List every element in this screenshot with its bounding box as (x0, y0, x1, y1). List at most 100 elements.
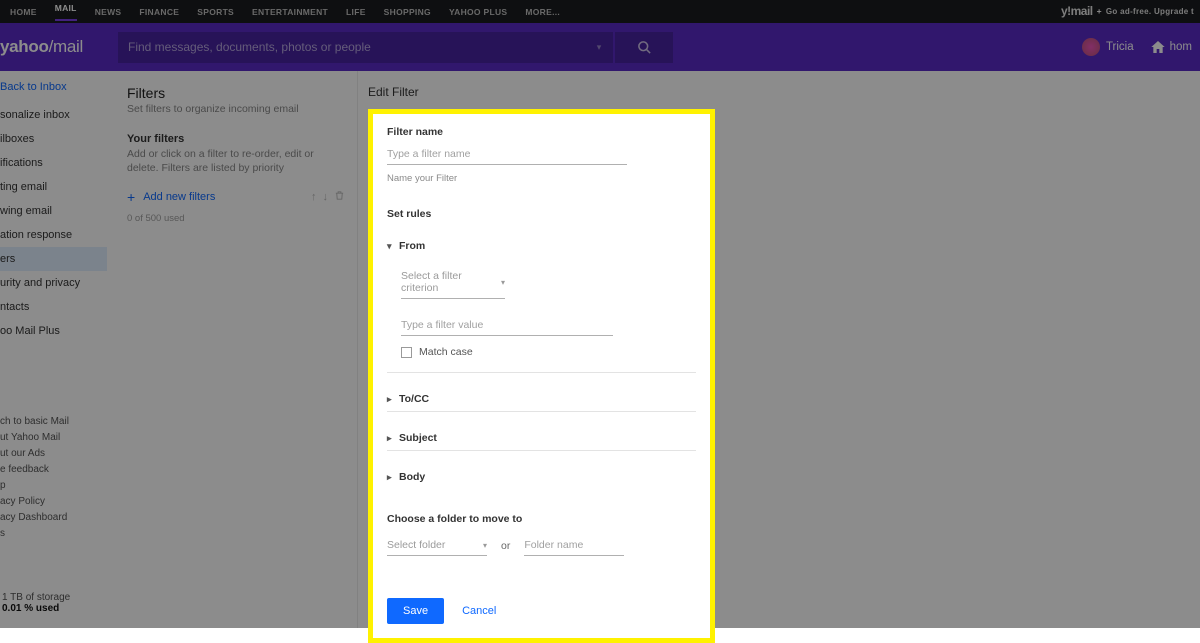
search-box[interactable]: ▾ (118, 32, 613, 63)
select-folder-dropdown[interactable]: Select folder ▾ (387, 535, 487, 556)
user-name[interactable]: Tricia (1106, 41, 1134, 53)
yahoo-mail-logo[interactable]: yahoo/mail (0, 37, 112, 57)
storage-used: 0.01 % used (2, 603, 70, 614)
upsell-text: Go ad-free. Upgrade t (1106, 7, 1194, 16)
delete-icon[interactable] (334, 190, 345, 204)
criterion-placeholder: Select a filter criterion (401, 270, 501, 294)
cancel-button[interactable]: Cancel (462, 605, 496, 617)
match-case-checkbox[interactable]: Match case (401, 346, 696, 358)
or-label: or (501, 540, 510, 552)
rule-subject-toggle[interactable]: ▸ Subject (387, 426, 696, 451)
side-viewing-email[interactable]: wing email (0, 199, 107, 223)
filter-criterion-select[interactable]: Select a filter criterion ▾ (401, 266, 505, 299)
foot-feedback[interactable]: e feedback (0, 462, 107, 478)
storage-info: 1 TB of storage 0.01 % used (2, 592, 70, 614)
avatar[interactable] (1082, 38, 1100, 56)
foot-about-ads[interactable]: ut our Ads (0, 446, 107, 462)
content: Filters Set filters to organize incoming… (107, 71, 1200, 628)
nav-shopping[interactable]: SHOPPING (384, 7, 431, 17)
side-writing-email[interactable]: ting email (0, 175, 107, 199)
dialog-actions: Save Cancel (387, 598, 696, 624)
foot-about[interactable]: ut Yahoo Mail (0, 430, 107, 446)
folder-name-input[interactable] (524, 535, 624, 556)
nav-sports[interactable]: SPORTS (197, 7, 234, 17)
side-yahoo-mail-plus[interactable]: oo Mail Plus (0, 319, 107, 343)
edit-filter-dialog: Filter name Name your Filter Set rules ▾… (368, 109, 715, 643)
app-header: yahoo/mail ▾ Tricia hom (0, 23, 1200, 71)
home-label[interactable]: hom (1170, 41, 1192, 53)
foot-basic-mail[interactable]: ch to basic Mail (0, 414, 107, 430)
your-filters-desc: Add or click on a filter to re-order, ed… (127, 147, 345, 175)
user-area: Tricia hom (1082, 23, 1192, 71)
side-mailboxes[interactable]: ilboxes (0, 127, 107, 151)
nav-mail[interactable]: MAIL (55, 3, 77, 21)
add-filter-link[interactable]: Add new filters (143, 191, 215, 203)
settings-sidebar: Back to Inbox sonalize inbox ilboxes ifi… (0, 71, 107, 628)
side-personalize[interactable]: sonalize inbox (0, 103, 107, 127)
rule-tocc-toggle[interactable]: ▸ To/CC (387, 387, 696, 412)
filters-sub: Set filters to organize incoming email (127, 103, 345, 115)
workspace: Back to Inbox sonalize inbox ilboxes ifi… (0, 71, 1200, 628)
choose-folder-label: Choose a folder to move to (387, 513, 696, 525)
back-to-inbox[interactable]: Back to Inbox (0, 71, 107, 103)
rule-subject-label: Subject (399, 432, 437, 444)
editor-title: Edit Filter (368, 85, 1200, 99)
side-contacts[interactable]: ntacts (0, 295, 107, 319)
nav-more[interactable]: MORE... (525, 7, 560, 17)
plus-icon: + (1097, 6, 1102, 16)
nav-yahoo-plus[interactable]: YAHOO PLUS (449, 7, 507, 17)
your-filters-heading: Your filters (127, 133, 345, 145)
rule-from-label: From (399, 240, 425, 252)
search-icon (637, 40, 652, 55)
chevron-down-icon: ▾ (501, 278, 505, 287)
rule-body-toggle[interactable]: ▸ Body (387, 465, 696, 489)
nav-home[interactable]: HOME (10, 7, 37, 17)
rule-from-body: Select a filter criterion ▾ Match case (387, 258, 696, 373)
search-button[interactable] (615, 32, 673, 63)
side-notifications[interactable]: ifications (0, 151, 107, 175)
rule-body-label: Body (399, 471, 425, 483)
filter-name-label: Filter name (387, 126, 696, 138)
filter-name-input[interactable] (387, 144, 627, 165)
nav-entertainment[interactable]: ENTERTAINMENT (252, 7, 328, 17)
filters-counter: 0 of 500 used (127, 213, 345, 224)
side-filters[interactable]: ers (0, 247, 107, 271)
save-button[interactable]: Save (387, 598, 444, 624)
search-input[interactable] (118, 40, 585, 54)
logo-mail: /mail (49, 37, 83, 56)
sidebar-footer: ch to basic Mail ut Yahoo Mail ut our Ad… (0, 414, 107, 542)
chevron-down-icon: ▾ (483, 541, 487, 550)
match-case-label: Match case (419, 346, 473, 358)
side-security-privacy[interactable]: urity and privacy (0, 271, 107, 295)
nav-finance[interactable]: FINANCE (139, 7, 179, 17)
chevron-right-icon: ▸ (387, 472, 399, 483)
select-folder-placeholder: Select folder (387, 539, 445, 551)
brand-logo: y!mail (1061, 4, 1093, 18)
rule-from-toggle[interactable]: ▾ From (387, 234, 696, 258)
add-filter-row: + Add new filters ↑ ↓ (127, 189, 345, 205)
storage-total: 1 TB of storage (2, 592, 70, 603)
foot-privacy-dashboard[interactable]: acy Dashboard (0, 510, 107, 526)
search-dropdown-icon[interactable]: ▾ (585, 42, 613, 53)
move-down-icon[interactable]: ↓ (323, 191, 329, 203)
chevron-right-icon: ▸ (387, 433, 399, 444)
nav-news[interactable]: NEWS (95, 7, 122, 17)
foot-privacy[interactable]: acy Policy (0, 494, 107, 510)
rule-tocc-label: To/CC (399, 393, 429, 405)
chevron-right-icon: ▸ (387, 394, 399, 405)
filter-name-hint: Name your Filter (387, 173, 696, 184)
move-up-icon[interactable]: ↑ (311, 191, 317, 203)
filters-heading: Filters (127, 85, 345, 101)
nav-upsell[interactable]: y!mail + Go ad-free. Upgrade t (1061, 4, 1194, 18)
foot-terms[interactable]: s (0, 526, 107, 542)
nav-life[interactable]: LIFE (346, 7, 366, 17)
checkbox-icon (401, 347, 412, 358)
foot-help[interactable]: p (0, 478, 107, 494)
editor-column: Edit Filter Filter name Name your Filter… (358, 71, 1200, 628)
home-icon[interactable] (1150, 39, 1166, 55)
plus-icon[interactable]: + (127, 189, 135, 205)
global-nav: HOME MAIL NEWS FINANCE SPORTS ENTERTAINM… (0, 0, 1200, 23)
logo-yahoo: yahoo (0, 37, 49, 56)
filter-value-input[interactable] (401, 315, 613, 336)
side-vacation-response[interactable]: ation response (0, 223, 107, 247)
